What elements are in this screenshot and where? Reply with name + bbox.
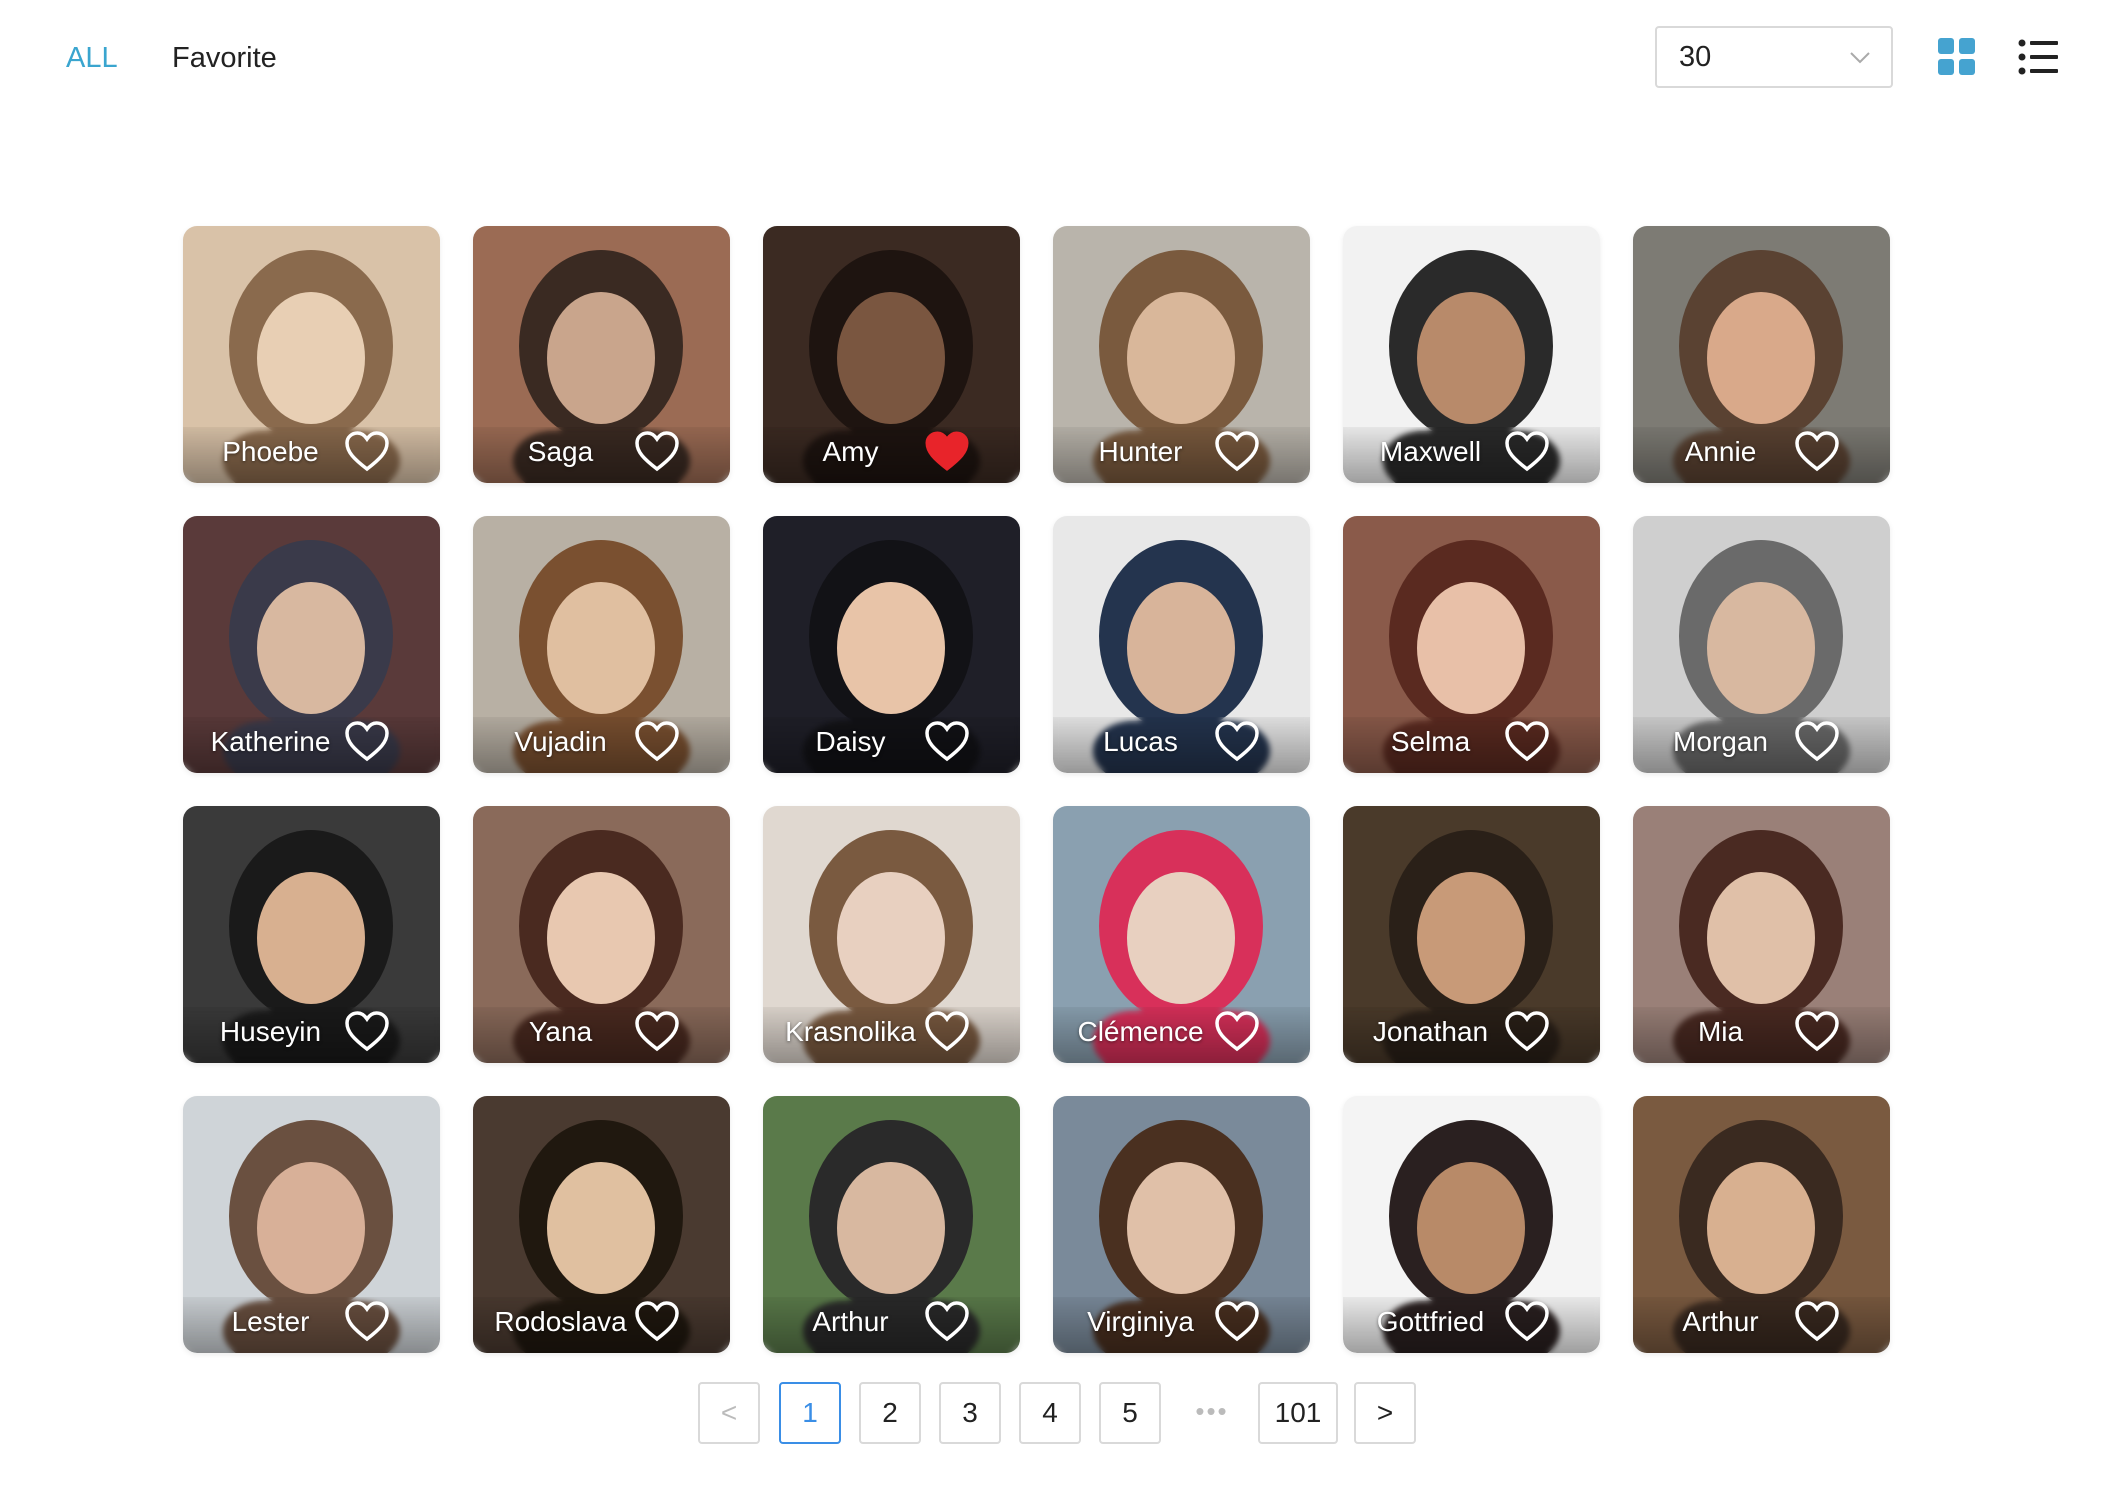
profile-name: Maxwell [1379,436,1482,467]
profile-name: Vujadin [514,726,607,757]
heart-icon[interactable] [1504,1300,1550,1342]
profile-name: Daisy [815,726,886,757]
profile-card[interactable]: Vujadin [473,516,730,773]
profile-name: Krasnolika [785,1016,916,1047]
page-button-last[interactable]: 101 [1258,1382,1338,1444]
profile-card[interactable]: Hunter [1053,226,1310,483]
profile-card[interactable]: Lucas [1053,516,1310,773]
heart-icon[interactable] [1504,430,1550,472]
heart-icon[interactable] [1214,1300,1260,1342]
page-button-2[interactable]: 2 [859,1382,921,1444]
heart-icon[interactable] [344,1010,390,1052]
profile-name: Phoebe [222,436,319,467]
profile-name: Annie [1684,436,1757,467]
profile-card[interactable]: Yana [473,806,730,1063]
profile-card[interactable]: Maxwell [1343,226,1600,483]
profile-name: Lester [231,1306,310,1337]
profile-card[interactable]: Morgan [1633,516,1890,773]
profile-card[interactable]: Krasnolika [763,806,1020,1063]
profile-card[interactable]: Arthur [1633,1096,1890,1353]
grid-view-icon[interactable] [1938,38,1976,76]
heart-icon[interactable] [1794,430,1840,472]
profile-name: Morgan [1673,726,1768,757]
toolbar: ALL Favorite 30 [0,0,2114,120]
heart-icon[interactable] [344,430,390,472]
heart-icon[interactable] [344,720,390,762]
profile-name: Amy [822,436,879,467]
profile-name: Katherine [210,726,331,757]
profile-card[interactable]: Virginiya [1053,1096,1310,1353]
heart-icon[interactable] [924,1010,970,1052]
profile-card[interactable]: Annie [1633,226,1890,483]
heart-icon[interactable] [1214,720,1260,762]
profile-card[interactable]: Clémence [1053,806,1310,1063]
profile-card[interactable]: Huseyin [183,806,440,1063]
profile-card[interactable]: Phoebe [183,226,440,483]
pagination: < 1 2 3 4 5 ••• 101 > [0,1382,2114,1446]
profile-card[interactable]: Rodoslava [473,1096,730,1353]
heart-icon[interactable] [634,1010,680,1052]
page-size-value: 30 [1679,41,1712,73]
heart-icon[interactable] [634,720,680,762]
heart-icon[interactable] [634,430,680,472]
page-button-1[interactable]: 1 [779,1382,841,1444]
profile-name: Lucas [1103,726,1178,757]
profile-card[interactable]: Mia [1633,806,1890,1063]
profile-card[interactable]: Lester [183,1096,440,1353]
profile-card[interactable]: Arthur [763,1096,1020,1353]
profile-name: Yana [528,1016,593,1047]
profile-card[interactable]: Saga [473,226,730,483]
heart-icon[interactable] [924,720,970,762]
profile-card[interactable]: Gottfried [1343,1096,1600,1353]
profile-card[interactable]: Jonathan [1343,806,1600,1063]
tab-favorite[interactable]: Favorite [172,40,277,76]
profile-name: Huseyin [219,1016,322,1047]
tab-all[interactable]: ALL [66,40,118,76]
heart-icon[interactable] [1794,1300,1840,1342]
profile-name: Mia [1697,1016,1744,1047]
heart-icon[interactable] [1794,720,1840,762]
heart-icon[interactable] [1504,720,1550,762]
profile-card[interactable]: Amy [763,226,1020,483]
prev-page-button[interactable]: < [698,1382,760,1444]
pagination-ellipsis[interactable]: ••• [1188,1382,1236,1444]
heart-icon[interactable] [1504,1010,1550,1052]
heart-icon[interactable] [344,1300,390,1342]
profile-name: Arthur [1682,1306,1759,1337]
heart-icon[interactable] [1214,430,1260,472]
profile-card[interactable]: Daisy [763,516,1020,773]
heart-icon[interactable] [634,1300,680,1342]
profile-card[interactable]: Katherine [183,516,440,773]
profile-name: Selma [1390,726,1471,757]
page-button-5[interactable]: 5 [1099,1382,1161,1444]
list-view-icon[interactable] [2018,38,2058,76]
heart-icon[interactable] [924,1300,970,1342]
profile-name: Rodoslava [494,1306,627,1337]
profile-name: Arthur [812,1306,889,1337]
heart-icon[interactable] [1214,1010,1260,1052]
profile-card[interactable]: Selma [1343,516,1600,773]
page-button-3[interactable]: 3 [939,1382,1001,1444]
heart-icon[interactable] [924,430,970,472]
profile-name: Clémence [1077,1016,1204,1047]
profile-name: Hunter [1098,436,1183,467]
chevron-down-icon [1850,52,1870,64]
profile-name: Saga [527,436,594,467]
page-button-4[interactable]: 4 [1019,1382,1081,1444]
profile-name: Virginiya [1087,1306,1194,1337]
heart-icon[interactable] [1794,1010,1840,1052]
page-size-select[interactable]: 30 [1655,26,1893,88]
next-page-button[interactable]: > [1354,1382,1416,1444]
profile-name: Jonathan [1372,1016,1489,1047]
profile-name: Gottfried [1376,1306,1485,1337]
